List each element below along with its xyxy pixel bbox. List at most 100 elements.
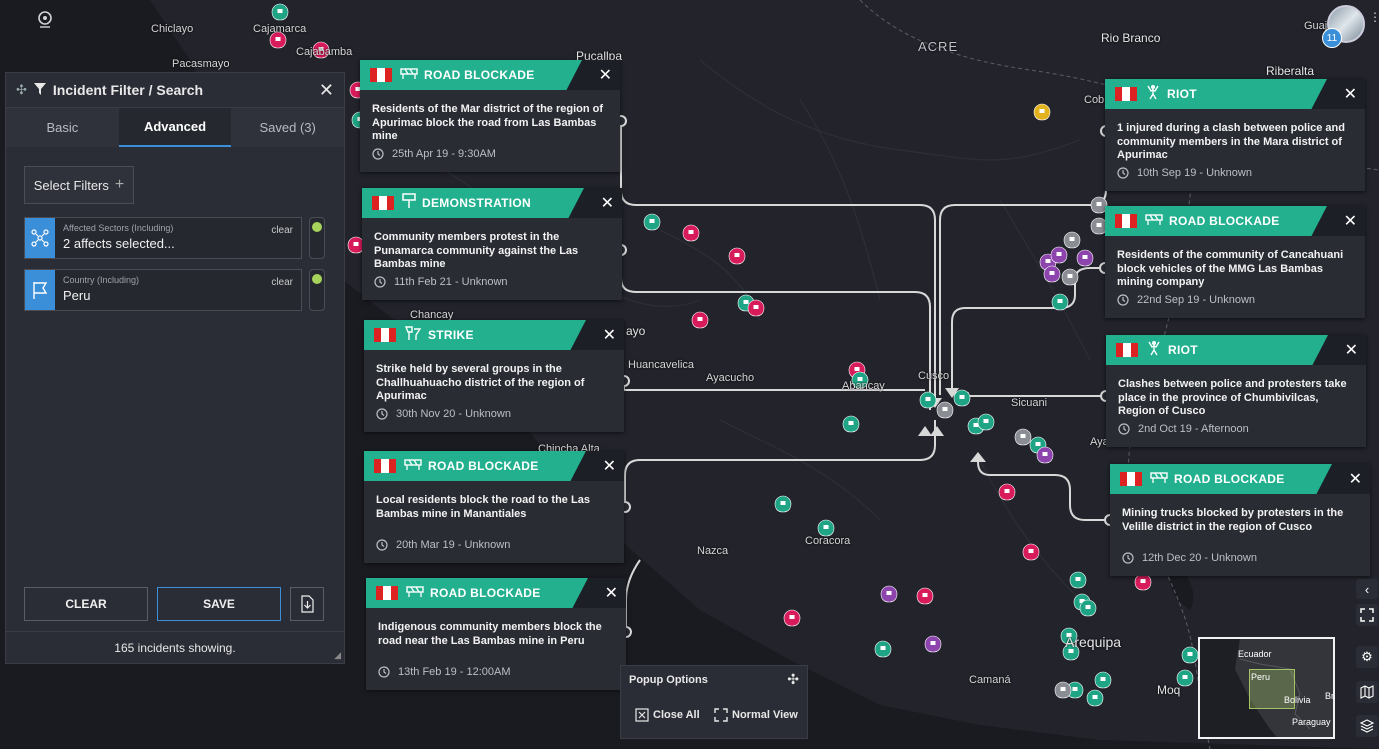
marker-glyph [697,317,703,321]
flag-icon [25,270,55,310]
minimap-label: Paraguay [1292,717,1331,727]
place-label: Arequipa [1065,634,1122,650]
place-label: Pacasmayo [172,58,230,70]
close-icon[interactable]: ✕ [603,325,616,345]
filter-icon [33,82,47,99]
close-icon[interactable]: ✕ [603,456,616,476]
clear-link[interactable]: clear [271,225,293,236]
incident-time: 30th Nov 20 - Unknown [376,408,511,420]
close-icon[interactable]: ✕ [599,65,612,85]
save-button[interactable]: SAVE [157,587,281,621]
clock-icon [376,539,388,551]
normal-view-label: Normal View [732,709,798,721]
incident-type-ribbon: ROAD BLOCKADE [360,60,582,90]
place-label: Rio Branco [1101,31,1161,45]
incident-type-icon [1150,470,1168,489]
incident-count: 165 incidents showing. [6,631,344,663]
marker-glyph [353,242,359,246]
incident-type: RIOT [1167,87,1197,101]
incident-time-label: 11th Feb 21 - Unknown [394,276,508,288]
popup-options-title: Popup Options [629,674,708,686]
incident-time: 13th Feb 19 - 12:00AM [378,666,511,678]
clear-link[interactable]: clear [271,277,293,288]
marker-glyph [688,230,694,234]
incident-popup[interactable]: ROAD BLOCKADE ✕ Indigenous community membe… [366,578,626,690]
overview-minimap[interactable]: Ecuador Peru Bolivia Paraguay Br [1198,637,1335,739]
peru-flag-icon [1115,214,1137,228]
download-button[interactable] [290,587,324,621]
marker-glyph [1069,237,1075,241]
marker-glyph [277,9,283,13]
incident-type-ribbon: ROAD BLOCKADE [1110,464,1332,494]
marker-glyph [649,219,655,223]
location-pin-icon[interactable] [36,10,54,35]
place-label: Cajabamba [296,46,353,58]
close-icon[interactable]: ✕ [319,80,334,101]
incident-description: Residents of the Mar district of the reg… [372,103,604,142]
plus-icon: + [114,176,125,193]
move-icon[interactable]: ✣ [16,82,27,98]
incident-popup[interactable]: DEMONSTRATION ✕ Community members protest … [362,188,622,300]
incident-time: 11th Feb 21 - Unknown [374,276,508,288]
layers-icon[interactable] [1356,715,1378,737]
nav-arrow-icon[interactable]: ‹ [1356,579,1378,599]
incident-popup[interactable]: RIOT ✕ 1 injured during a clash between po… [1105,79,1365,191]
clock-icon [1117,167,1129,179]
incident-type-ribbon: STRIKE [364,320,586,350]
more-menu-icon[interactable]: ⋮ [1369,10,1379,24]
move-icon[interactable]: ✣ [787,671,799,688]
incident-filter-panel: ✣ Incident Filter / Search ✕ Basic Advan… [5,72,345,664]
incident-time-label: 10th Sep 19 - Unknown [1137,167,1252,179]
close-icon[interactable]: ✕ [1344,84,1357,104]
marker-glyph [1096,202,1102,206]
panel-title: Incident Filter / Search [52,82,204,98]
close-all-button[interactable]: Close All [635,708,700,722]
marker-glyph [1049,271,1055,275]
incident-time: 22nd Sep 19 - Unknown [1117,294,1255,306]
normal-view-button[interactable]: Normal View [714,708,798,722]
filter-toggle[interactable] [309,269,325,311]
close-icon[interactable]: ✕ [1344,211,1357,231]
incident-popup[interactable]: ROAD BLOCKADE ✕ Local residents block the … [364,451,624,563]
marker-glyph [886,591,892,595]
marker-glyph [1085,605,1091,609]
filter-affected-sectors[interactable]: Affected Sectors (Including) 2 affects s… [24,217,302,259]
filter-toggle[interactable] [309,217,325,259]
close-icon[interactable]: ✕ [1349,469,1362,489]
select-filters-button[interactable]: Select Filters + [24,166,134,204]
clock-icon [1118,423,1130,435]
incident-popup[interactable]: ROAD BLOCKADE ✕ Mining trucks blocked by p… [1110,464,1370,576]
tab-advanced[interactable]: Advanced [118,108,232,147]
incident-type-ribbon: RIOT [1106,335,1328,365]
close-icon[interactable]: ✕ [1345,340,1358,360]
resize-handle-icon[interactable]: ◢ [334,650,341,661]
marker-glyph [1028,549,1034,553]
place-label: ayo [626,324,646,338]
notification-badge[interactable]: 11 [1322,28,1342,48]
filter-tabs: Basic Advanced Saved (3) [6,107,345,147]
marker-glyph [1092,695,1098,699]
marker-glyph [823,525,829,529]
close-icon[interactable]: ✕ [605,583,618,603]
fullscreen-icon[interactable] [1356,604,1378,626]
marker-glyph [753,305,759,309]
clock-icon [376,408,388,420]
map-icon[interactable] [1356,681,1378,703]
incident-popup[interactable]: ROAD BLOCKADE ✕ Residents of the community… [1105,206,1365,318]
tab-basic[interactable]: Basic [6,108,119,147]
tab-saved[interactable]: Saved (3) [231,108,345,147]
incident-popup[interactable]: RIOT ✕ Clashes between police and proteste… [1106,335,1366,447]
incident-type-ribbon: ROAD BLOCKADE [364,451,586,481]
marker-glyph [1039,109,1045,113]
gear-icon[interactable]: ⚙ [1356,646,1378,668]
filter-country[interactable]: Country (Including) Peru clear [24,269,302,311]
place-label: Chiclayo [151,23,194,35]
place-label: Camaná [969,674,1011,686]
marker-glyph [854,367,860,371]
incident-popup[interactable]: STRIKE ✕ Strike held by several groups in … [364,320,624,432]
clear-button[interactable]: CLEAR [24,587,148,621]
marker-glyph [1056,252,1062,256]
close-icon[interactable]: ✕ [601,193,614,213]
incident-popup[interactable]: ROAD BLOCKADE ✕ Residents of the Mar distr… [360,60,620,172]
minimap-label: Peru [1251,672,1271,682]
